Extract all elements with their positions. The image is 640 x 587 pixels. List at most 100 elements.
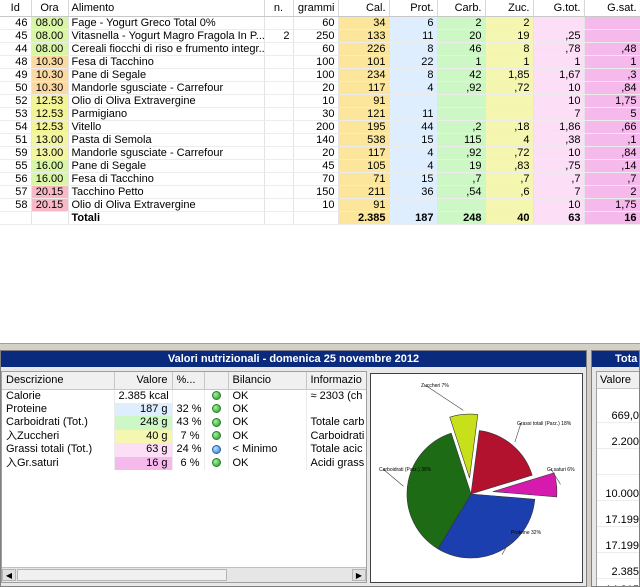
cell-cal: 34	[338, 16, 390, 30]
totals-header[interactable]: Valore	[597, 372, 639, 389]
list-item[interactable]: Grassi totali (Tot.) 63 g 24 % < Minimo Tota…	[2, 443, 366, 457]
cell-grammi: 100	[293, 55, 339, 69]
cell-n	[264, 210, 294, 225]
cell-cal: 234	[338, 68, 390, 82]
scrollbar-thumb[interactable]	[17, 569, 227, 581]
col-bilancio[interactable]: Bilancio	[228, 372, 307, 390]
col-percent[interactable]: %...	[172, 372, 205, 390]
table-row[interactable]: 44 08.00 Cereali fiocchi di riso e frument…	[0, 42, 640, 56]
status-blue-dot-icon	[211, 444, 221, 454]
col-informazioni[interactable]: Informazio	[306, 372, 366, 390]
table-row[interactable]: 45 08.00 Vitasnella - Yogurt Magro Fragola…	[0, 29, 640, 43]
table-row[interactable]: 59 13.00 Mandorle sgusciate - Carrefour 20 1…	[0, 146, 640, 160]
cell-gsat: ,7	[584, 172, 640, 186]
col-n[interactable]: n.	[264, 0, 294, 17]
col-valore[interactable]: Valore	[114, 372, 173, 390]
cell-grammi: 10	[293, 198, 339, 212]
table-row[interactable]: 51 13.00 Pasta di Semola 140 538 15 115 4,38,1	[0, 133, 640, 147]
totals-value: 2.200	[597, 436, 639, 449]
food-grid: Id Ora Alimento n. grammi Cal. Prot. Car…	[0, 0, 640, 344]
cell-grammi: 30	[293, 107, 339, 121]
cell-zuc: ,72	[485, 146, 534, 160]
nutrient-value: 187 g	[114, 402, 173, 416]
col-alimento[interactable]: Alimento	[68, 0, 265, 17]
table-row[interactable]: 46 08.00 Fage - Yogurt Greco Total 0% 60 34 6…	[0, 16, 640, 30]
list-item[interactable]: ⼊Zuccheri 40 g7 % OK Carboidrati	[2, 429, 366, 443]
col-descrizione[interactable]: Descrizione	[2, 372, 115, 390]
cell-carb: 20	[437, 29, 486, 43]
col-status[interactable]	[204, 372, 229, 390]
cell-id: 53	[0, 107, 32, 121]
cell-zuc: 1	[485, 55, 534, 69]
cell-cal: 91	[338, 94, 390, 108]
col-ora[interactable]: Ora	[31, 0, 69, 17]
nutrition-panel-title: Valori nutrizionali - domenica 25 novemb…	[1, 351, 586, 367]
table-row[interactable]: 55 16.00 Pane di Segale 45 105 4 19,83,75,14	[0, 159, 640, 173]
pie-label: Carboidrati (Parz.) 36%	[379, 467, 432, 473]
nutrient-bilancio: OK	[228, 389, 307, 403]
cell-id: 54	[0, 120, 32, 134]
col-cal[interactable]: Cal.	[338, 0, 390, 17]
cell-carb: 19	[437, 159, 486, 173]
col-prot[interactable]: Prot.	[389, 0, 438, 17]
cell-gtot: ,25	[533, 29, 585, 43]
cell-n	[264, 107, 294, 121]
nutrition-summary-table: Descrizione Valore %... Bilancio Informa…	[1, 371, 367, 583]
cell-alimento: Pane di Segale	[68, 68, 265, 82]
totals-table: Valore 669,0 2.200 10.000 17.199 17.199 2.385…	[596, 371, 639, 586]
table-row[interactable]: 54 12.53 Vitello 200 195 44,2,18 1,86,66	[0, 120, 640, 134]
cell-ora: 13.00	[31, 146, 69, 160]
cell-carb	[437, 107, 486, 121]
table-row[interactable]: 52 12.53 Olio di Oliva Extravergine 10 91 10 1…	[0, 94, 640, 108]
cell-alimento: Cereali fiocchi di riso e frumento integ…	[68, 42, 265, 56]
table-row[interactable]: 56 16.00 Fesa di Tacchino 70 71 15,7,7,7,7	[0, 172, 640, 186]
scroll-right-arrow-icon[interactable]: ▶	[352, 569, 366, 581]
totals-value: 17.199	[597, 540, 639, 553]
cell-id: 48	[0, 55, 32, 69]
cell-id	[0, 210, 32, 225]
list-item[interactable]: Carboidrati (Tot.) 248 g 43 % OK Totale carb	[2, 416, 366, 430]
totals-value	[597, 462, 639, 475]
scroll-left-arrow-icon[interactable]: ◀	[2, 569, 16, 581]
cell-carb	[437, 198, 486, 212]
cell-gsat: ,84	[584, 146, 640, 160]
nutrient-percent: 24 %	[172, 443, 205, 457]
cell-zuc: ,83	[485, 159, 534, 173]
total-gsat: 16	[584, 210, 640, 225]
cell-n	[264, 133, 294, 147]
col-grammi[interactable]: grammi	[293, 0, 339, 17]
cell-gtot	[533, 16, 585, 30]
col-gsat[interactable]: G.sat.	[584, 0, 640, 17]
table-row[interactable]: 48 10.30 Fesa di Tacchino 100 101 22 1 1 1 1	[0, 55, 640, 69]
list-item[interactable]: Proteine 187 g 32 % OK	[2, 402, 366, 416]
table-row[interactable]: 57 20.15 Tacchino Petto 150 211 36,54,6 7 2	[0, 185, 640, 199]
col-zuc[interactable]: Zuc.	[485, 0, 534, 17]
nutrient-percent: 7 %	[172, 429, 205, 443]
cell-gsat: ,1	[584, 133, 640, 147]
list-item[interactable]: Calorie 2.385 kcal OK ≈ 2303 (ch	[2, 389, 366, 403]
cell-alimento: Vitello	[68, 120, 265, 134]
cell-gsat: 1,75	[584, 198, 640, 212]
cell-gtot: 10	[533, 81, 585, 95]
table-row[interactable]: 58 20.15 Olio di Oliva Extravergine 10 91 10 1…	[0, 198, 640, 212]
cell-grammi	[293, 210, 339, 225]
horizontal-scrollbar[interactable]: ◀ ▶	[2, 567, 366, 582]
cell-n	[264, 16, 294, 30]
cell-cal: 195	[338, 120, 390, 134]
col-id[interactable]: Id	[0, 0, 32, 17]
total-zuc: 40	[485, 210, 534, 225]
total-carb: 248	[437, 210, 486, 225]
col-gtot[interactable]: G.tot.	[533, 0, 585, 17]
cell-ora: 16.00	[31, 159, 69, 173]
nutrient-name: Calorie	[2, 389, 115, 403]
cell-id: 51	[0, 133, 32, 147]
status-cell	[204, 443, 229, 457]
table-row[interactable]: 49 10.30 Pane di Segale 100 234 8 42 1,85 1,67,3	[0, 68, 640, 82]
cell-alimento: Mandorle sgusciate - Carrefour	[68, 81, 265, 95]
cell-cal: 121	[338, 107, 390, 121]
list-item[interactable]: ⼊Gr.saturi 16 g6 % OK Acidi grass	[2, 456, 366, 470]
cell-id: 55	[0, 159, 32, 173]
col-carb[interactable]: Carb.	[437, 0, 486, 17]
table-row[interactable]: 50 10.30 Mandorle sgusciate - Carrefour 20 1…	[0, 81, 640, 95]
table-row[interactable]: 53 12.53 Parmigiano 30 121 11 7 5	[0, 107, 640, 121]
